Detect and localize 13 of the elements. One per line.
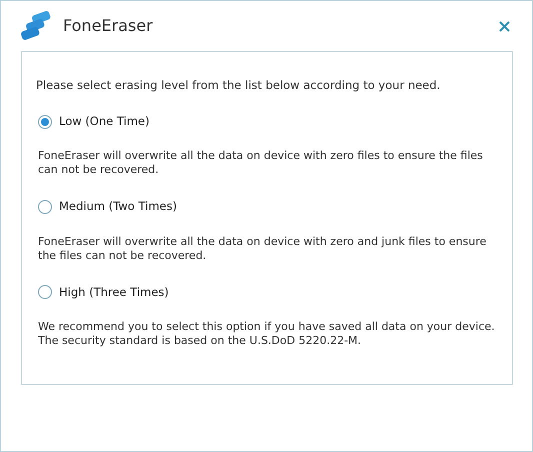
radio-button[interactable]	[38, 114, 52, 129]
option-description: FoneEraser will overwrite all the data on device with zero and junk files to ensure the files can not be recovered.	[38, 234, 488, 262]
instruction-text: Please select erasing level from the list below according to your need.	[36, 78, 442, 92]
option-label[interactable]: Medium (Two Times)	[59, 198, 177, 216]
option-label[interactable]: High (Three Times)	[59, 284, 169, 301]
option-label[interactable]: Low (One Time)	[59, 113, 150, 130]
app-logo-icon	[20, 11, 52, 41]
window-title: FoneEraser	[63, 15, 153, 37]
radio-button[interactable]	[38, 200, 52, 214]
radio-button[interactable]	[38, 285, 52, 300]
option-description: We recommend you to select this option if you have saved all data on your device. The security standard is based on the U.S.DoD 5220.22-M.	[38, 320, 496, 348]
option-description: FoneEraser will overwrite all the data on device with zero files to ensure the files can not be recovered.	[38, 149, 484, 178]
close-icon	[498, 20, 510, 32]
